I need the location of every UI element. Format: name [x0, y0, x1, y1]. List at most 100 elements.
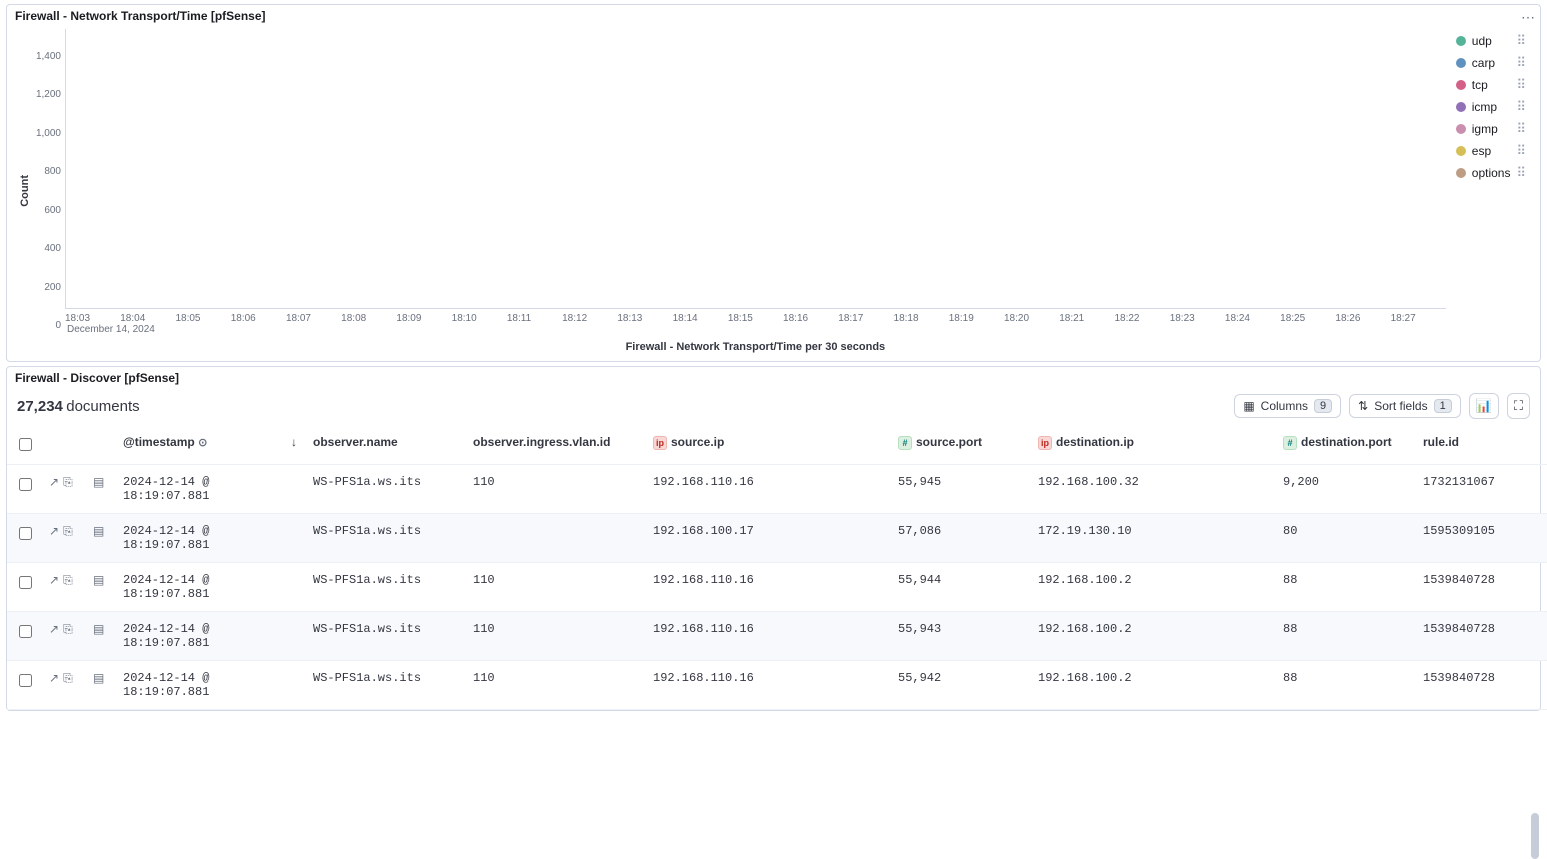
- cell-dest-ip: 192.168.100.2: [1030, 612, 1275, 661]
- columns-button[interactable]: ▦ Columns 9: [1234, 394, 1341, 418]
- col-vlan[interactable]: observer.ingress.vlan.id: [465, 425, 645, 465]
- cell-dest-port: 88: [1275, 612, 1415, 661]
- doc-icon[interactable]: ▤: [91, 573, 106, 587]
- sort-fields-button[interactable]: ⇅ Sort fields 1: [1349, 394, 1461, 418]
- discover-table: @timestamp ⊙ ↓ observer.name observer.in…: [7, 425, 1547, 710]
- cell-source-ip: 192.168.100.17: [645, 514, 890, 563]
- bar-slot: [675, 29, 726, 308]
- legend-item-icmp[interactable]: icmp⠿: [1456, 99, 1526, 115]
- scroll-thumb[interactable]: [1531, 813, 1539, 859]
- expand-icon[interactable]: ↗: [47, 475, 61, 489]
- bar-slot: [1227, 29, 1278, 308]
- col-dest-port[interactable]: #destination.port: [1275, 425, 1415, 465]
- cell-source-port: 55,944: [890, 563, 1030, 612]
- view-single-icon[interactable]: ⎘: [61, 671, 75, 685]
- select-all-checkbox[interactable]: [19, 438, 32, 451]
- bar-slot: [785, 29, 836, 308]
- legend-swatch: [1456, 146, 1466, 156]
- table-row[interactable]: ↗⎘▤2024-12-14 @ 18:19:07.881WS-PFS1a.ws.…: [7, 612, 1547, 661]
- table-row[interactable]: ↗⎘▤2024-12-14 @ 18:19:07.881WS-PFS1a.ws.…: [7, 661, 1547, 710]
- fullscreen-button[interactable]: ⛶: [1507, 393, 1530, 419]
- cell-source-ip: 192.168.110.16: [645, 661, 890, 710]
- doc-icon[interactable]: ▤: [91, 475, 106, 489]
- cell-observer: WS-PFS1a.ws.its: [305, 612, 465, 661]
- cell-observer: WS-PFS1a.ws.its: [305, 514, 465, 563]
- col-observer-name[interactable]: observer.name: [305, 425, 465, 465]
- cell-vlan: 110: [465, 612, 645, 661]
- legend-item-igmp[interactable]: igmp⠿: [1456, 121, 1526, 137]
- display-options-button[interactable]: 📊: [1469, 393, 1499, 419]
- bar-slot: [1337, 29, 1388, 308]
- legend-item-options[interactable]: options⠿: [1456, 165, 1526, 181]
- legend-item-carp[interactable]: carp⠿: [1456, 55, 1526, 71]
- cell-dest-port: 88: [1275, 661, 1415, 710]
- chart-y-ticks: 1,4001,2001,0008006004002000: [31, 51, 65, 331]
- bar-slot: [289, 29, 340, 308]
- cell-vlan: 110: [465, 563, 645, 612]
- col-dest-ip[interactable]: ipdestination.ip: [1030, 425, 1275, 465]
- document-count: 27,234 documents: [17, 398, 140, 415]
- table-row[interactable]: ↗⎘ ▤ 2024-12-14 @ 18:19:07.881WS-PFS1a.ws.…: [7, 563, 1547, 612]
- expand-icon[interactable]: ↗: [47, 573, 61, 587]
- table-header-row: @timestamp ⊙ ↓ observer.name observer.in…: [7, 425, 1547, 465]
- cell-vlan: 110: [465, 661, 645, 710]
- legend-drag-icon[interactable]: ⠿: [1516, 55, 1526, 71]
- legend-drag-icon[interactable]: ⠿: [1516, 165, 1526, 181]
- bar-slot: [841, 29, 892, 308]
- view-single-icon[interactable]: ⎘: [61, 524, 75, 538]
- cell-source-port: 55,945: [890, 465, 1030, 514]
- view-single-icon[interactable]: ⎘: [61, 573, 75, 587]
- col-source-ip[interactable]: ipsource.ip: [645, 425, 890, 465]
- row-checkbox[interactable]: [19, 625, 32, 638]
- legend-item-esp[interactable]: esp⠿: [1456, 143, 1526, 159]
- discover-panel-header: Firewall - Discover [pfSense]: [7, 367, 1540, 387]
- row-checkbox[interactable]: [19, 478, 32, 491]
- legend-swatch: [1456, 58, 1466, 68]
- doc-icon[interactable]: ▤: [91, 524, 106, 538]
- select-all-header[interactable]: [7, 425, 39, 465]
- chart-legend: udp⠿ carp⠿ tcp⠿ icmp⠿ igmp⠿ esp⠿ options⠿: [1446, 29, 1532, 353]
- cell-observer: WS-PFS1a.ws.its: [305, 563, 465, 612]
- bar-slot: [1282, 29, 1333, 308]
- bar-slot: [620, 29, 671, 308]
- cell-vlan: [465, 514, 645, 563]
- sort-desc-icon[interactable]: ↓: [291, 435, 297, 449]
- bar-slot: [1061, 29, 1112, 308]
- table-row[interactable]: ↗⎘▤2024-12-14 @ 18:19:07.881WS-PFS1a.ws.…: [7, 514, 1547, 563]
- view-single-icon[interactable]: ⎘: [61, 622, 75, 636]
- cell-rule-id: 1539840728: [1415, 661, 1547, 710]
- panel-menu-icon[interactable]: ⋯: [1521, 9, 1536, 26]
- chart-plot-area[interactable]: [65, 29, 1446, 309]
- bar-slot: [896, 29, 947, 308]
- cell-source-port: 55,943: [890, 612, 1030, 661]
- legend-drag-icon[interactable]: ⠿: [1516, 33, 1526, 49]
- cell-timestamp: 2024-12-14 @ 18:19:07.881: [115, 563, 305, 612]
- view-single-icon[interactable]: ⎘: [61, 475, 75, 489]
- legend-drag-icon[interactable]: ⠿: [1516, 77, 1526, 93]
- col-timestamp[interactable]: @timestamp ⊙ ↓: [115, 425, 305, 465]
- cell-dest-port: 9,200: [1275, 465, 1415, 514]
- col-rule-id[interactable]: rule.id: [1415, 425, 1547, 465]
- chart-x-date: December 14, 2024: [65, 324, 1446, 335]
- cell-rule-id: 1732131067: [1415, 465, 1547, 514]
- legend-item-udp[interactable]: udp⠿: [1456, 33, 1526, 49]
- doc-icon[interactable]: ▤: [91, 622, 106, 636]
- legend-item-tcp[interactable]: tcp⠿: [1456, 77, 1526, 93]
- expand-icon[interactable]: ↗: [47, 524, 61, 538]
- col-source-port[interactable]: #source.port: [890, 425, 1030, 465]
- row-checkbox[interactable]: [19, 527, 32, 540]
- legend-drag-icon[interactable]: ⠿: [1516, 99, 1526, 115]
- cell-rule-id: 1539840728: [1415, 563, 1547, 612]
- doc-icon[interactable]: ▤: [91, 671, 106, 685]
- expand-icon[interactable]: ↗: [47, 622, 61, 636]
- table-row[interactable]: ↗⎘▤2024-12-14 @ 18:19:07.881WS-PFS1a.ws.…: [7, 465, 1547, 514]
- expand-icon[interactable]: ↗: [47, 671, 61, 685]
- bar-slot: [951, 29, 1002, 308]
- cell-source-ip: 192.168.110.16: [645, 612, 890, 661]
- discover-toolbar: 27,234 documents ▦ Columns 9 ⇅ Sort fiel…: [7, 387, 1540, 425]
- bar-slot: [234, 29, 285, 308]
- legend-drag-icon[interactable]: ⠿: [1516, 121, 1526, 137]
- row-checkbox[interactable]: [19, 674, 32, 687]
- legend-drag-icon[interactable]: ⠿: [1516, 143, 1526, 159]
- row-checkbox[interactable]: [19, 576, 32, 589]
